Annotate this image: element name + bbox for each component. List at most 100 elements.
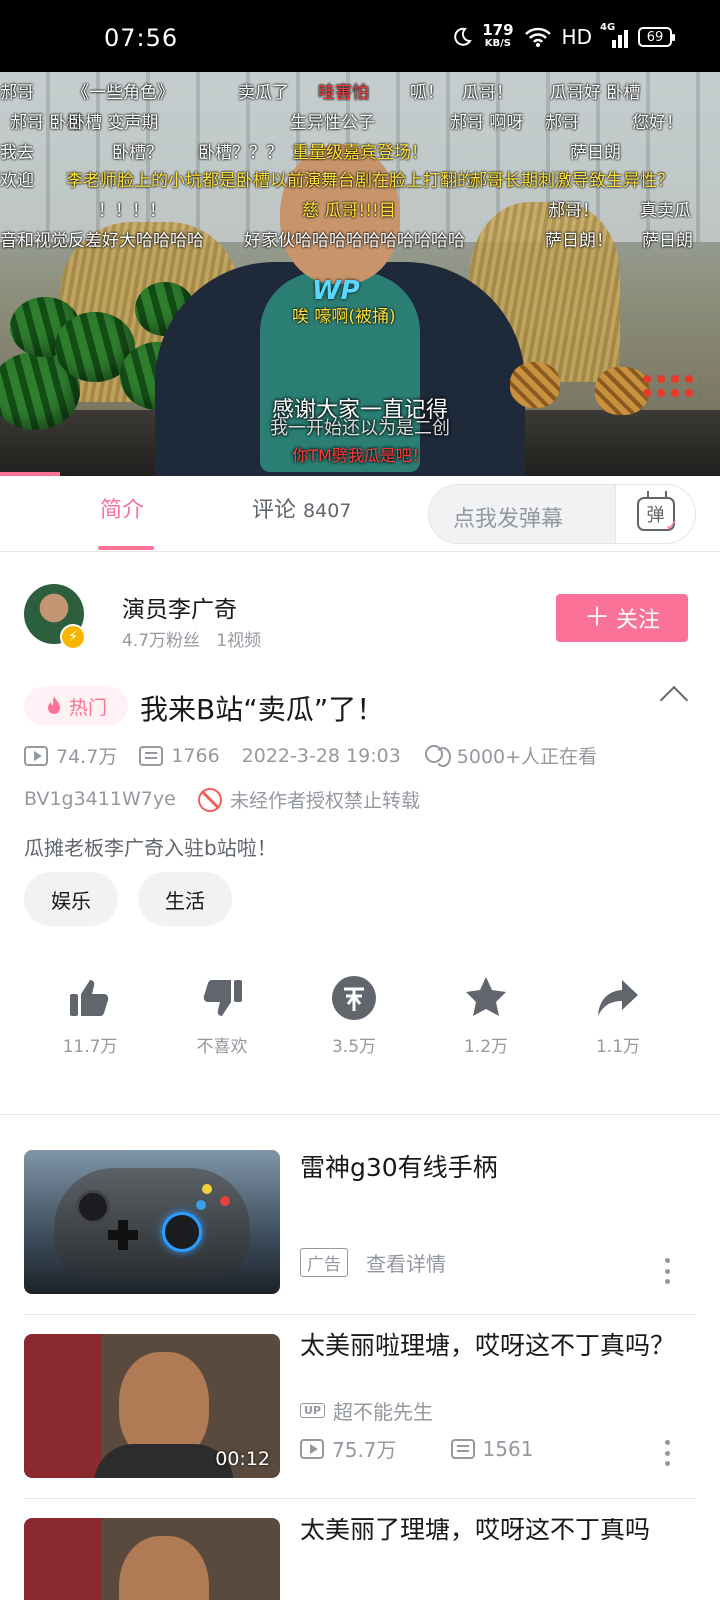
danmaku-comment: 哇害怕	[318, 83, 369, 103]
favorite-button[interactable]: 1.2万	[436, 974, 536, 1057]
like-button[interactable]: 11.7万	[40, 974, 140, 1057]
tag-chip[interactable]: 娱乐	[24, 872, 118, 926]
section-divider	[0, 1114, 720, 1115]
joystick-right	[162, 1212, 202, 1252]
uploader-meta: 4.7万粉丝 1视频	[122, 631, 262, 651]
danmaku-comment: ！！！！	[98, 201, 166, 221]
video-duration: 00:12	[215, 1448, 270, 1470]
moon-icon	[454, 27, 473, 46]
tab-comments[interactable]: 评论 8407	[252, 492, 351, 524]
danmaku-count-icon	[450, 1438, 475, 1459]
hot-tag: 热门	[24, 686, 128, 726]
video-stats: 74.7万 1766 2022-3-28 19:03 5000+人正在看	[24, 742, 619, 769]
ad-detail-link[interactable]: 查看详情	[366, 1248, 446, 1277]
plus-icon: ＋	[583, 603, 610, 633]
video-description: 瓜摊老板李广奇入驻b站啦！	[24, 836, 277, 860]
video-thumbnail[interactable]	[24, 1518, 280, 1600]
danmaku-comment: 生异性公子	[290, 113, 375, 133]
ban-icon	[198, 787, 222, 812]
ad-thumbnail[interactable]	[24, 1150, 280, 1294]
danmaku-comment: 郝哥 啊呀	[450, 113, 524, 133]
ad-card[interactable]: 雷神g30有线手柄 广告 查看详情	[24, 1150, 696, 1294]
publish-date: 2022-3-28 19:03	[241, 744, 401, 767]
danmu-toggle-button[interactable]: 弹 ✓	[615, 485, 695, 543]
danmu-icon: 弹 ✓	[636, 497, 679, 535]
danmaku-comment: 萨日朗	[642, 231, 693, 251]
play-count-icon	[300, 1438, 324, 1459]
danmu-input[interactable]: 点我发弹幕 弹 ✓	[428, 484, 696, 544]
bvid[interactable]: BV1g3411W7ye	[24, 788, 176, 810]
tag-chip[interactable]: 生活	[138, 872, 232, 926]
danmaku-comment: 《一些角色》	[72, 83, 174, 103]
thumbs-up-icon	[70, 980, 109, 1016]
share-button[interactable]: 1.1万	[568, 974, 668, 1057]
play-count-icon	[24, 745, 48, 766]
danmaku-comment: 音和视觉反差好大哈哈哈哈	[0, 231, 204, 251]
people-icon	[423, 744, 451, 767]
danmaku-comment: 郝哥	[0, 83, 34, 103]
thumbnail-face	[119, 1536, 209, 1600]
status-bar: 07:56 179 KB/S HD 4G 69	[0, 0, 720, 72]
thumbnail-body	[94, 1444, 234, 1478]
uploader-name[interactable]: 演员李广奇	[122, 590, 237, 624]
video-player[interactable]: 郝哥 《一些角色》 卖瓜了 哇害怕 呱！ 瓜哥！ 瓜哥好 卧槽 郝哥 卧槽 卧槽 变声期 生异性公…	[0, 72, 720, 476]
fire-icon	[47, 696, 60, 714]
video-card[interactable]: 00:12 太美丽啦理塘，哎呀这不丁真吗？ UP 超不能先生 75.7万 156…	[24, 1331, 696, 1478]
tab-underline	[98, 546, 154, 550]
danmaku-comment: 欢迎	[0, 171, 34, 191]
dpad	[118, 1220, 128, 1250]
gamepad-image	[54, 1168, 250, 1278]
no-repost-notice: 未经作者授权禁止转载	[198, 786, 420, 813]
joystick-left	[76, 1190, 110, 1224]
coin-button[interactable]: 3.5万	[304, 974, 404, 1057]
more-options-icon[interactable]	[664, 1258, 670, 1284]
danmaku-count: 1766	[171, 744, 220, 767]
video-card-author: UP 超不能先生	[300, 1396, 433, 1425]
card-divider	[24, 1314, 696, 1315]
video-card[interactable]: 太美丽了理塘，哎呀这不丁真吗	[24, 1518, 696, 1600]
danmaku-comment: 您好！	[632, 113, 683, 133]
wifi-icon	[524, 27, 551, 47]
danmaku-comment: 瓜哥！	[462, 83, 513, 103]
watching-count: 5000+人正在看	[456, 746, 598, 768]
danmaku-comment: 卧槽？	[112, 143, 163, 163]
video-card-stats: 75.7万 1561	[300, 1434, 533, 1463]
video-title: 我来B站“卖瓜”了！	[140, 693, 385, 726]
danmaku-comment: 卧槽？？？	[198, 143, 283, 163]
ad-title[interactable]: 雷神g30有线手柄	[300, 1150, 696, 1186]
tab-intro[interactable]: 简介	[100, 492, 144, 524]
button-b	[220, 1196, 230, 1206]
ad-tag: 广告	[300, 1248, 348, 1277]
video-card-title[interactable]: 太美丽了理塘，哎呀这不丁真吗	[300, 1518, 696, 1548]
video-card-title[interactable]: 太美丽啦理塘，哎呀这不丁真吗？	[300, 1328, 696, 1364]
button-x	[196, 1200, 206, 1210]
danmaku-comment: 卧槽 变声期	[68, 113, 159, 133]
danmaku-comment: 郝哥长期刺激导致生异性？	[470, 171, 674, 191]
danmaku-comment: 重量级嘉宾登场！	[292, 143, 428, 163]
subtitle-secondary: 我一开始还以为是二创	[270, 418, 450, 439]
danmaku-comment: 真卖瓜	[640, 201, 691, 221]
signal-icon: 4G	[600, 22, 628, 48]
danmaku-comment: 我去	[0, 143, 34, 163]
lightning-badge-icon: ⚡	[60, 624, 86, 650]
dislike-button[interactable]: 不喜欢	[172, 974, 272, 1057]
video-thumbnail[interactable]: 00:12	[24, 1334, 280, 1478]
danmu-placeholder: 点我发弹幕	[453, 507, 564, 532]
collapse-chevron-icon[interactable]	[659, 685, 689, 715]
up-badge: UP	[300, 1403, 325, 1418]
battery-icon: 69	[638, 27, 675, 47]
star-icon	[466, 977, 506, 1016]
video-watermark: WP	[312, 276, 360, 306]
share-arrow-icon	[598, 980, 638, 1016]
tab-bar: 简介 评论 8407 点我发弹幕 弹 ✓	[0, 476, 720, 552]
danmaku-comment: 呱！	[410, 83, 444, 103]
danmaku-comment: 萨日朗	[570, 143, 621, 163]
more-options-icon[interactable]	[664, 1440, 670, 1466]
danmaku-comment: 萨日朗！	[545, 231, 613, 251]
danmaku-comment: 郝哥	[545, 113, 579, 133]
follow-button[interactable]: ＋ 关注	[556, 594, 688, 642]
button-y	[202, 1184, 212, 1194]
status-icons: 179 KB/S HD 4G 69	[452, 22, 675, 52]
danmaku-comment: 郝哥！	[548, 201, 599, 221]
danmaku-comment: 李老师脸上的小坑都是卧槽以前演舞台剧在脸上打翻的	[66, 171, 474, 191]
